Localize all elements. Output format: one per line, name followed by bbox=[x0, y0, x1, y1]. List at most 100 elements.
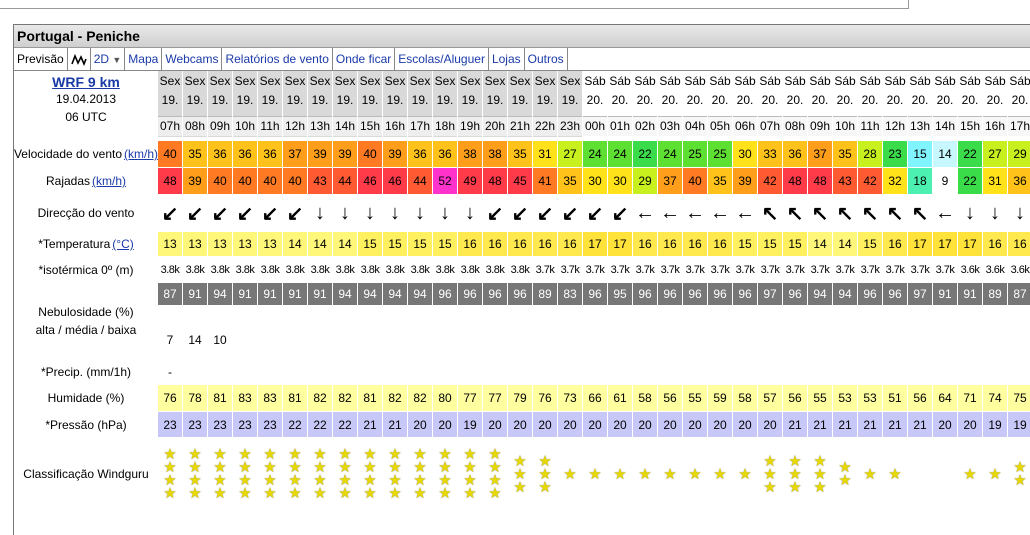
wind-cell: 39 bbox=[308, 141, 333, 167]
time-header-cell: Sáb 20. 09h bbox=[808, 71, 833, 137]
temp-cell: 15 bbox=[383, 232, 408, 256]
tab-lojas[interactable]: Lojas bbox=[489, 48, 525, 70]
star-icon: ★ bbox=[338, 485, 352, 502]
hour-label: 11h bbox=[258, 116, 282, 136]
gust-cell: 48 bbox=[783, 168, 808, 194]
temp-unit-link[interactable]: (°C) bbox=[112, 237, 133, 251]
cloud-low bbox=[583, 329, 607, 351]
time-header-row: Sex 19. 07h Sex 19. 08h Sex 19. 09h Sex 19. 10h Sex 1… bbox=[158, 71, 1030, 138]
day-name: Sex bbox=[284, 74, 306, 88]
star-icon: ★ bbox=[863, 465, 877, 483]
humidity-cell: 73 bbox=[558, 385, 583, 411]
cloud-low bbox=[933, 329, 957, 351]
rating-cell: ★ bbox=[958, 438, 983, 510]
rating-cell: ★ ★ ★ ★ bbox=[208, 438, 233, 510]
gust-cell: 48 bbox=[483, 168, 508, 194]
cloud-cell: 91 bbox=[933, 283, 958, 358]
wind-cell: 27 bbox=[558, 141, 583, 167]
wind-cell: 31 bbox=[533, 141, 558, 167]
rating-cell: ★ bbox=[883, 438, 908, 510]
cloud-high: 83 bbox=[558, 283, 582, 305]
cloud-high: 96 bbox=[483, 283, 507, 305]
cloud-cell: 96 bbox=[633, 283, 658, 358]
cloud-high: 96 bbox=[708, 283, 732, 305]
wind-arrow-icon: ← bbox=[683, 195, 708, 231]
tab-escolas[interactable]: Escolas/Aluguer bbox=[395, 48, 489, 70]
pressure-cell: 21 bbox=[883, 412, 908, 437]
pressure-cell: 20 bbox=[758, 412, 783, 437]
day-name: Sex bbox=[509, 74, 531, 88]
humidity-cell: 55 bbox=[683, 385, 708, 411]
tab-graph-icon[interactable] bbox=[68, 48, 91, 70]
humidity-cell: 80 bbox=[433, 385, 458, 411]
star-icon: ★ bbox=[988, 465, 1002, 483]
day-date: 20. bbox=[711, 93, 729, 107]
pressure-cell: 22 bbox=[308, 412, 333, 437]
day-name: Sex bbox=[484, 74, 506, 88]
cloud-cell: 83 bbox=[558, 283, 583, 358]
tab-mapa[interactable]: Mapa bbox=[125, 48, 163, 70]
pressure-cell: 21 bbox=[833, 412, 858, 437]
humidity-cell: 56 bbox=[908, 385, 933, 411]
forecast-panel: Portugal - Peniche Previsão 2D ▼ Mapa We… bbox=[13, 24, 1030, 535]
cloud-high: 96 bbox=[733, 283, 757, 305]
pressure-cell: 19 bbox=[458, 412, 483, 437]
tab-outros[interactable]: Outros bbox=[525, 48, 568, 70]
time-header-cell: Sex 19. 18h bbox=[433, 71, 458, 137]
temp-cell: 15 bbox=[408, 232, 433, 256]
humidity-cell: 56 bbox=[658, 385, 683, 411]
iso-cell: 3.7k bbox=[908, 257, 933, 282]
rating-cell: ★ ★ bbox=[1008, 438, 1030, 510]
wind-cell: 38 bbox=[483, 141, 508, 167]
gust-cell: 40 bbox=[258, 168, 283, 194]
tab-previsao[interactable]: Previsão bbox=[14, 48, 68, 70]
wind-cell: 24 bbox=[583, 141, 608, 167]
temp-cell: 16 bbox=[533, 232, 558, 256]
day-name: Sáb bbox=[609, 74, 631, 88]
temp-cell: 14 bbox=[808, 232, 833, 256]
day-name: Sáb bbox=[634, 74, 656, 88]
star-icon: ★ bbox=[513, 478, 527, 496]
gust-cell: 9 bbox=[933, 168, 958, 194]
humidity-row: 76 78 81 83 83 81 82 82 81 82 82 80 77 77 79 76 73 66 61 58… bbox=[158, 385, 1030, 412]
day-name: Sex bbox=[259, 74, 281, 88]
day-name: Sáb bbox=[734, 74, 756, 88]
iso-cell: 3.8k bbox=[383, 257, 408, 282]
pressure-cell: 21 bbox=[783, 412, 808, 437]
iso-cell: 3.8k bbox=[208, 257, 233, 282]
rating-cell: ★ bbox=[583, 438, 608, 510]
tab-2d[interactable]: 2D ▼ bbox=[91, 48, 126, 70]
tab-onde-ficar[interactable]: Onde ficar bbox=[333, 48, 396, 70]
day-name: Sex bbox=[184, 74, 206, 88]
star-icon: ★ bbox=[263, 485, 277, 502]
pressure-row: 23 23 23 23 23 22 22 22 21 21 20 20 19 20 20 20 20 20 20 20… bbox=[158, 412, 1030, 438]
gusts-unit-link[interactable]: (km/h) bbox=[92, 174, 126, 188]
time-header-cell: Sáb 20. 10h bbox=[833, 71, 858, 137]
wind-label: Velocidade do vento (km/h) bbox=[14, 141, 158, 168]
time-header-cell: Sex 19. 13h bbox=[308, 71, 333, 137]
temp-cell: 16 bbox=[558, 232, 583, 256]
tab-relatorios[interactable]: Relatórios de vento bbox=[222, 48, 333, 70]
gust-cell: 46 bbox=[383, 168, 408, 194]
precip-cell bbox=[683, 359, 708, 384]
iso-cell: 3.7k bbox=[833, 257, 858, 282]
tab-webcams[interactable]: Webcams bbox=[162, 48, 223, 70]
wind-cell: 36 bbox=[233, 141, 258, 167]
precip-cell bbox=[408, 359, 433, 384]
star-icon: ★ bbox=[488, 485, 502, 502]
iso-cell: 3.8k bbox=[283, 257, 308, 282]
model-date: 19.04.2013 bbox=[55, 92, 117, 106]
rating-cell: ★ ★ ★ ★ bbox=[483, 438, 508, 510]
day-date: 20. bbox=[661, 93, 679, 107]
humidity-cell: 61 bbox=[608, 385, 633, 411]
model-link[interactable]: WRF 9 km bbox=[52, 74, 120, 90]
precip-cell bbox=[458, 359, 483, 384]
day-name: Sáb bbox=[684, 74, 706, 88]
wind-unit-link[interactable]: (km/h) bbox=[124, 147, 158, 161]
cloud-cell: 94 10 bbox=[208, 283, 233, 358]
day-date: 19. bbox=[311, 93, 329, 107]
day-date: 19. bbox=[536, 93, 554, 107]
wind-arrow-icon: ↖ bbox=[883, 195, 908, 231]
cloud-mid bbox=[283, 305, 307, 329]
cloud-mid bbox=[308, 305, 332, 329]
